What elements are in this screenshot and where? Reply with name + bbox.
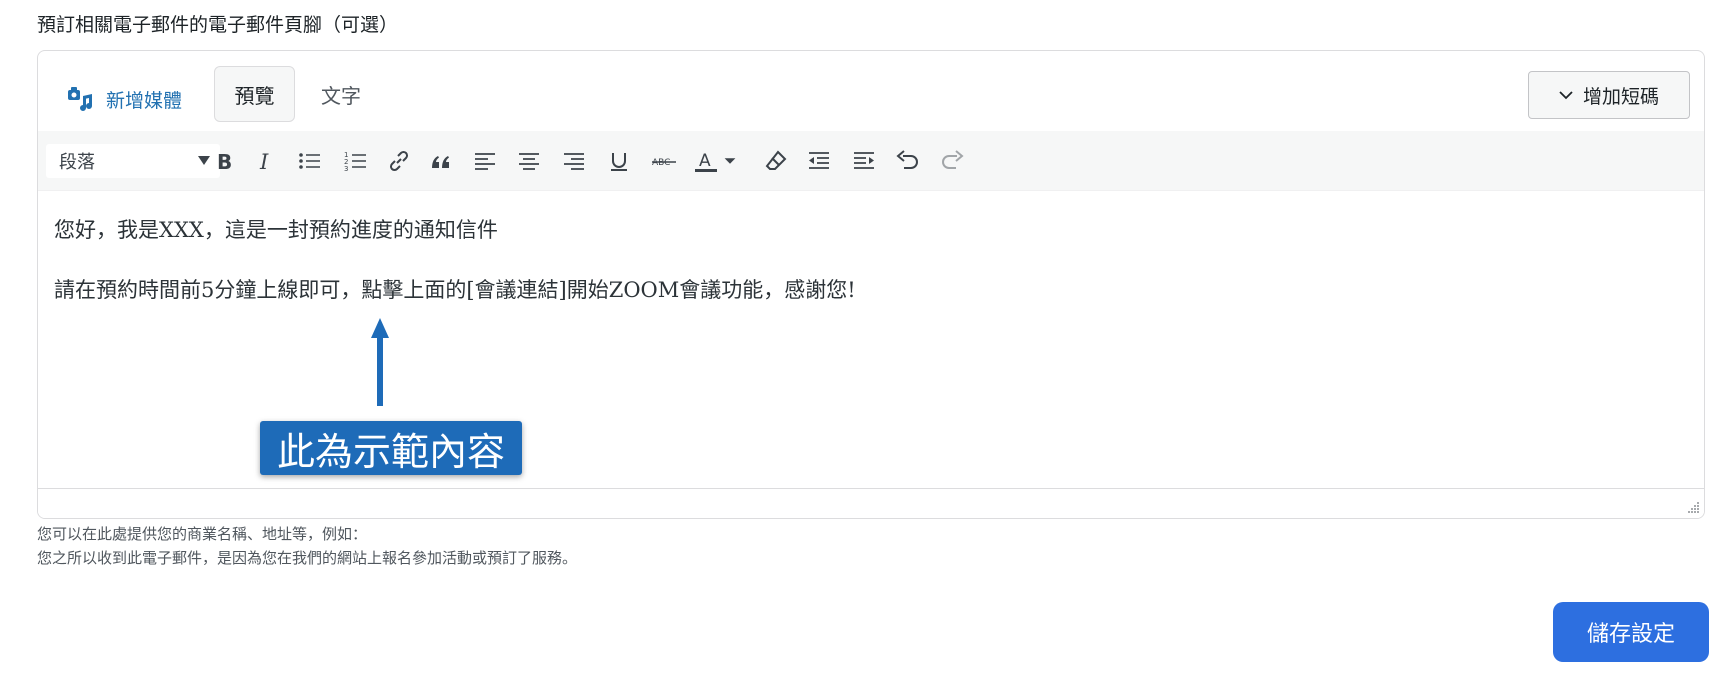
undo-icon [896, 150, 918, 169]
align-right-icon [564, 153, 584, 170]
link-button[interactable] [381, 143, 417, 179]
align-left-icon [475, 153, 495, 170]
align-center-icon [519, 153, 539, 170]
field-description: 您之所以收到此電子郵件，是因為您在我們的網站上報名參加活動或預訂了服務。 [37, 549, 578, 567]
outdent-icon [809, 152, 829, 169]
italic-button[interactable]: I [248, 143, 284, 179]
bold-icon: B [217, 150, 232, 174]
add-media-label: 新增媒體 [106, 89, 183, 112]
editor-toolbar: 段落 B I 1 2 3 ABC A [38, 131, 1704, 191]
outdent-button[interactable] [801, 143, 837, 179]
editor-statusbar [38, 488, 1704, 518]
undo-button[interactable] [890, 143, 926, 179]
text-color-icon: A [695, 151, 717, 172]
redo-icon [942, 150, 964, 169]
add-shortcode-label: 增加短碼 [1582, 85, 1659, 108]
resize-handle-icon[interactable] [1686, 500, 1700, 514]
align-left-button[interactable] [467, 143, 503, 179]
clear-formatting-button[interactable] [758, 143, 794, 179]
blockquote-icon [432, 156, 449, 168]
format-select[interactable]: 段落 [46, 144, 220, 178]
bullet-list-icon [299, 153, 320, 169]
editor-content-area[interactable]: 您好，我是XXX，這是一封預約進度的通知信件 請在預約時間前5分鐘上線即可，點擊… [38, 191, 1704, 489]
indent-button[interactable] [846, 143, 882, 179]
text-color-dropdown-icon [724, 158, 736, 164]
add-media-button[interactable]: 新增媒體 [66, 79, 182, 119]
underline-icon [611, 153, 627, 171]
align-right-button[interactable] [556, 143, 592, 179]
rich-text-editor: 新增媒體 預覽 文字 增加短碼 段落 B I 1 2 3 ABC A 您好，我是… [37, 50, 1705, 519]
add-shortcode-button[interactable]: 增加短碼 [1528, 71, 1690, 119]
strikethrough-icon: ABC [652, 158, 676, 168]
numbered-list-button[interactable]: 1 2 3 [338, 143, 374, 179]
svg-text:I: I [259, 150, 269, 174]
content-paragraph[interactable]: 請在預約時間前5分鐘上線即可，點擊上面的[會議連結]開始ZOOM會議功能，感謝您… [54, 274, 856, 304]
field-label: 預訂相關電子郵件的電子郵件頁腳（可選） [37, 14, 399, 36]
redo-button[interactable] [934, 143, 970, 179]
svg-text:A: A [699, 151, 711, 171]
annotation-arrow-icon [371, 318, 389, 406]
numbered-list-icon: 1 2 3 [344, 151, 366, 173]
italic-icon: I [259, 150, 269, 174]
svg-text:3: 3 [344, 165, 348, 173]
strikethrough-button[interactable]: ABC [646, 143, 682, 179]
save-settings-button[interactable]: 儲存設定 [1553, 602, 1709, 662]
add-media-icon [68, 87, 92, 111]
bullet-list-button[interactable] [292, 143, 328, 179]
tab-visual[interactable]: 預覽 [214, 66, 295, 122]
svg-text:ABC: ABC [652, 158, 670, 168]
clear-formatting-icon [765, 150, 787, 170]
text-color-dropdown-button[interactable] [718, 143, 742, 179]
chevron-down-icon [1559, 91, 1573, 100]
bold-button[interactable]: B [206, 143, 242, 179]
indent-icon [854, 152, 874, 169]
underline-button[interactable] [601, 143, 637, 179]
editor-tabs-row: 新增媒體 預覽 文字 增加短碼 [38, 51, 1704, 131]
align-center-button[interactable] [511, 143, 547, 179]
link-icon [389, 150, 409, 172]
svg-text:B: B [217, 150, 232, 174]
annotation-label: 此為示範內容 [260, 421, 522, 475]
format-select-value: 段落 [59, 152, 95, 173]
content-paragraph[interactable]: 您好，我是XXX，這是一封預約進度的通知信件 [54, 214, 498, 244]
tab-text[interactable]: 文字 [311, 66, 371, 122]
field-description: 您可以在此處提供您的商業名稱、地址等，例如： [37, 525, 368, 543]
blockquote-button[interactable] [423, 143, 459, 179]
